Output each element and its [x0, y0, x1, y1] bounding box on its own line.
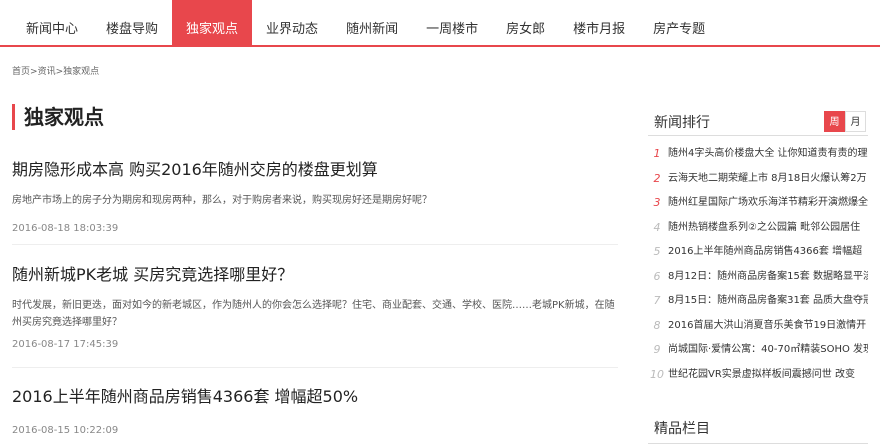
ranking-item[interactable]: 10 世纪花园VR实景虚拟样板间震撼问世 改变 — [648, 363, 868, 388]
ranking-item-link[interactable]: 云海天地二期荣耀上市 8月18日火爆认筹2万 — [666, 167, 867, 192]
news-ranking-panel: 新闻排行 周 月 1 随州4字头高价楼盘大全 让你知道责有责的理 2 云海天地二期荣… — [648, 108, 868, 387]
article-summary: 时代发展，新旧更迭，面对如今的新老城区，作为随州人的你会怎么选择呢？住宅、商业配… — [12, 300, 615, 328]
ranking-item-link[interactable]: 尚城国际·爱情公寓：40-70㎡精装SOHO 发现 — [666, 338, 868, 363]
ranking-item[interactable]: 7 8月15日：随州商品房备案31套 品质大盘夺冠 — [648, 289, 869, 314]
ranking-item-link[interactable]: 8月12日：随州商品房备案15套 数据略显平淡 — [666, 265, 868, 290]
ranking-item[interactable]: 8 2016首届大洪山消夏音乐美食节19日激情开 — [648, 314, 868, 339]
ranking-title: 新闻排行 — [654, 114, 710, 131]
ranking-list: 1 随州4字头高价楼盘大全 让你知道责有责的理 2 云海天地二期荣耀上市 8月18日… — [648, 142, 868, 387]
ranking-item-link[interactable]: 随州热销楼盘系列②之公园篇 毗邻公园居住 — [666, 216, 860, 241]
ranking-item[interactable]: 9 尚城国际·爱情公寓：40-70㎡精装SOHO 发现 — [648, 338, 869, 363]
featured-columns-title: 精品栏目 — [648, 414, 868, 444]
rank-number: 1 — [653, 147, 661, 160]
ranking-item-link[interactable]: 2016首届大洪山消夏音乐美食节19日激情开 — [666, 314, 866, 339]
ranking-item[interactable]: 4 随州热销楼盘系列②之公园篇 毗邻公园居住 — [648, 216, 868, 241]
article-date: 2016-08-17 17:45:39 — [12, 339, 119, 350]
nav-item-property-girl[interactable]: 房女郎 — [492, 0, 559, 45]
article-item: 2016上半年随州商品房销售4366套 增幅超50% 2016-08-15 10… — [12, 383, 618, 443]
rank-number: 10 — [650, 367, 664, 381]
nav-item-exclusive-views[interactable]: 独家观点 — [172, 0, 253, 45]
ranking-item[interactable]: 3 随州红星国际广场欢乐海洋节精彩开演燃爆全 — [648, 191, 869, 216]
nav-item-monthly-report[interactable]: 楼市月报 — [559, 0, 639, 45]
tab-month[interactable]: 月 — [845, 111, 866, 132]
ranking-item-link[interactable]: 随州4字头高价楼盘大全 让你知道责有责的理 — [666, 142, 868, 167]
article-item: 随州新城PK老城 买房究竟选择哪里好？ 时代发展，新旧更迭，面对如今的新老城区，… — [12, 261, 618, 368]
ranking-item-link[interactable]: 8月15日：随州商品房备案31套 品质大盘夺冠 — [666, 289, 868, 314]
nav-item-news-center[interactable]: 新闻中心 — [12, 0, 92, 45]
breadcrumb-current: 独家观点 — [63, 67, 100, 77]
ranking-item[interactable]: 1 随州4字头高价楼盘大全 让你知道责有责的理 — [648, 142, 868, 167]
nav-item-weekly-market[interactable]: 一周楼市 — [412, 0, 492, 45]
rank-number: 7 — [653, 294, 661, 307]
rank-number: 4 — [653, 220, 661, 234]
ranking-item[interactable]: 5 2016上半年随州商品房销售4366套 增幅超 — [648, 240, 868, 265]
nav-item-property-guide[interactable]: 楼盘导购 — [92, 0, 172, 45]
rank-number: 5 — [653, 245, 661, 258]
article-title-link[interactable]: 2016上半年随州商品房销售4366套 增幅超50% — [12, 383, 618, 407]
tab-week[interactable]: 周 — [824, 111, 845, 132]
ranking-item[interactable]: 6 8月12日：随州商品房备案15套 数据略显平淡 — [648, 265, 869, 290]
article-title-link[interactable]: 随州新城PK老城 买房究竟选择哪里好？ — [12, 261, 618, 285]
nav-item-property-topics[interactable]: 房产专题 — [639, 0, 719, 45]
article-summary: 房地产市场上的房子分为期房和现房两种，那么，对于购房者来说，购买现房好还是期房好… — [12, 195, 432, 206]
rank-number: 6 — [653, 269, 661, 283]
breadcrumb: 首页>资讯>独家观点 — [12, 64, 99, 77]
nav-item-suizhou-news[interactable]: 随州新闻 — [332, 0, 412, 45]
rank-number: 3 — [653, 196, 661, 209]
breadcrumb-separator: > — [30, 67, 38, 77]
nav-list: 新闻中心 楼盘导购 独家观点 业界动态 随州新闻 一周楼市 房女郎 楼市月报 房… — [0, 0, 880, 45]
breadcrumb-news-link[interactable]: 资讯 — [38, 67, 56, 77]
ranking-item[interactable]: 2 云海天地二期荣耀上市 8月18日火爆认筹2万 — [648, 167, 868, 192]
breadcrumb-home-link[interactable]: 首页 — [12, 67, 30, 77]
ranking-item-link[interactable]: 2016上半年随州商品房销售4366套 增幅超 — [666, 240, 862, 265]
article-date: 2016-08-15 10:22:09 — [12, 425, 119, 436]
article-title-link[interactable]: 期房隐形成本高 购买2016年随州交房的楼盘更划算 — [12, 156, 618, 180]
top-navigation: 新闻中心 楼盘导购 独家观点 业界动态 随州新闻 一周楼市 房女郎 楼市月报 房… — [0, 0, 880, 47]
rank-number: 2 — [653, 171, 661, 185]
article-date: 2016-08-18 18:03:39 — [12, 223, 119, 234]
ranking-tabs: 周 月 — [824, 111, 866, 132]
ranking-header: 新闻排行 周 月 — [648, 108, 868, 136]
ranking-item-link[interactable]: 世纪花园VR实景虚拟样板间震撼问世 改变 — [666, 363, 855, 388]
breadcrumb-separator: > — [55, 67, 64, 77]
article-item: 期房隐形成本高 购买2016年随州交房的楼盘更划算 房地产市场上的房子分为期房和… — [12, 156, 618, 245]
rank-number: 8 — [653, 318, 661, 332]
ranking-item-link[interactable]: 随州红星国际广场欢乐海洋节精彩开演燃爆全 — [666, 191, 868, 216]
rank-number: 9 — [653, 343, 661, 356]
page-title: 独家观点 — [12, 104, 104, 130]
nav-item-industry-news[interactable]: 业界动态 — [252, 0, 332, 45]
